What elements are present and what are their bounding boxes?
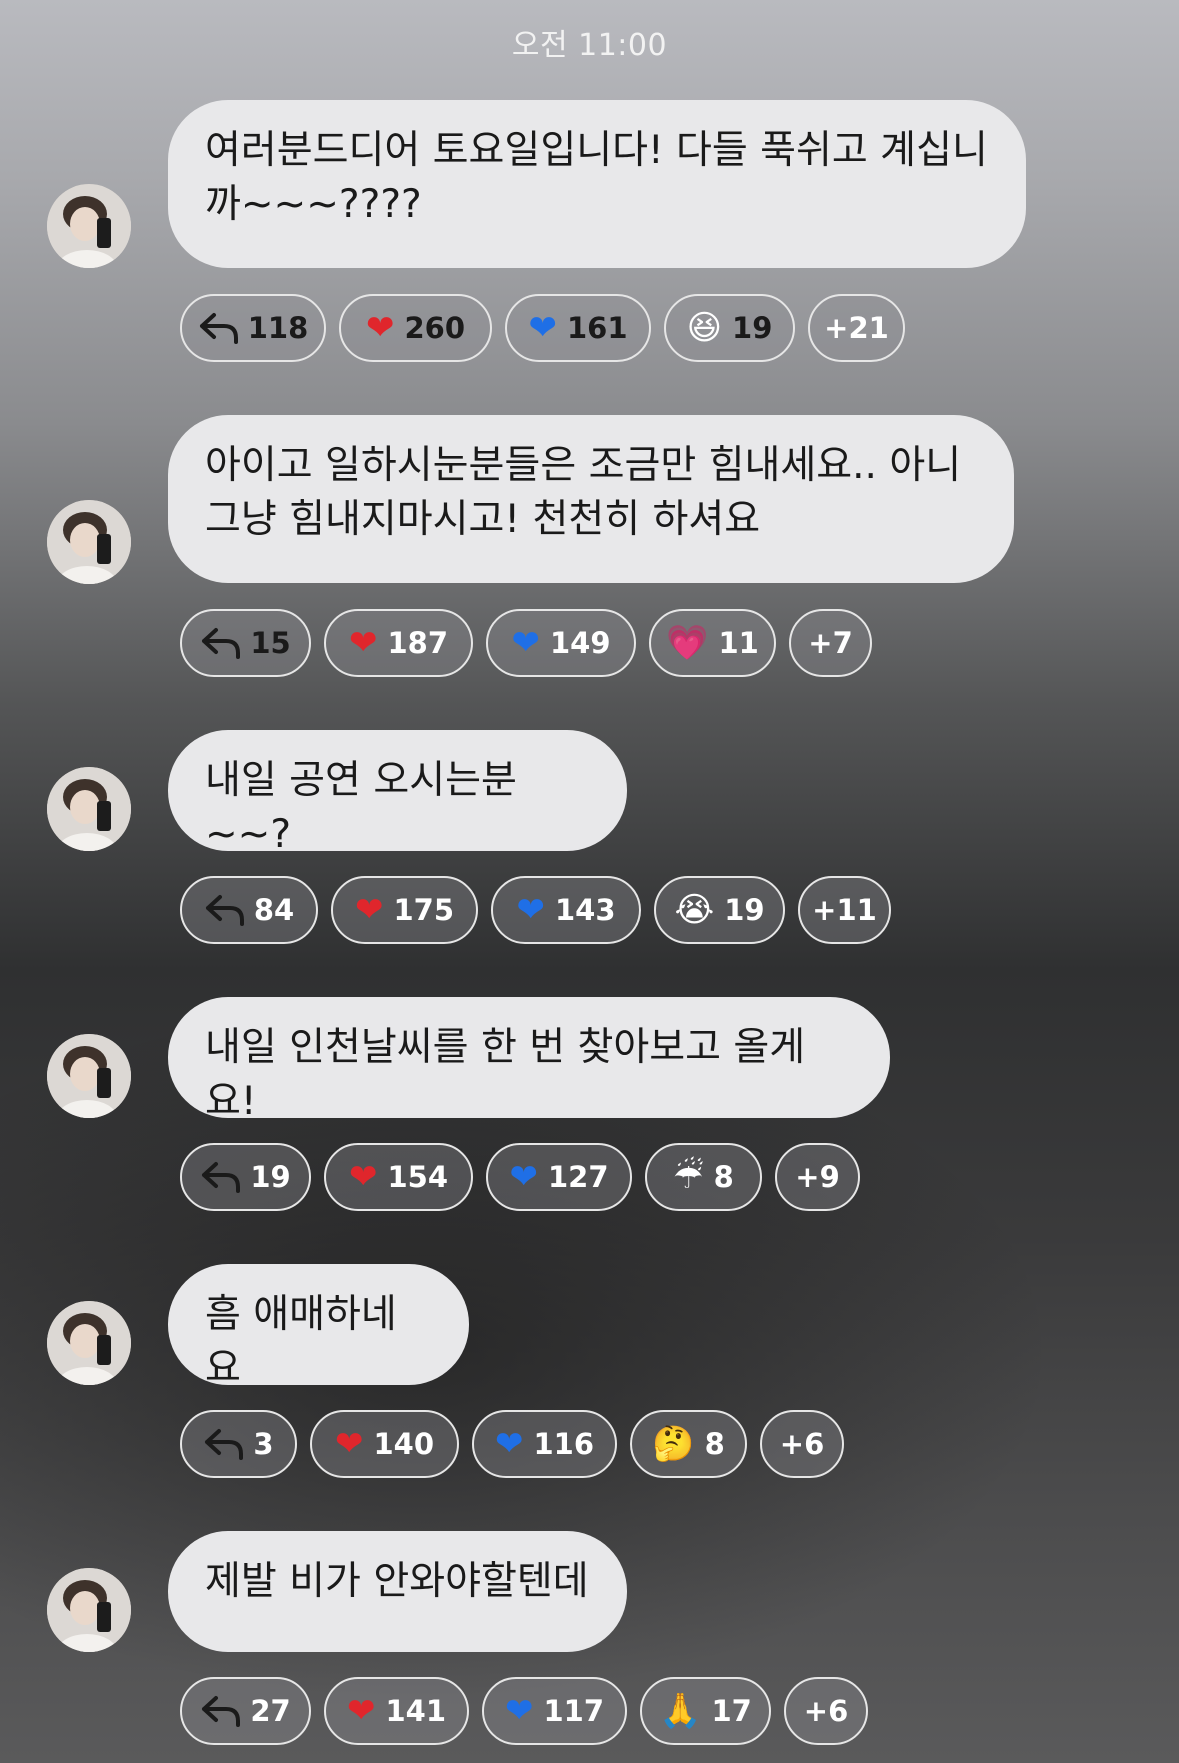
reaction-count: 11 — [718, 626, 759, 660]
blue-heart-icon: ❤ — [494, 1424, 524, 1464]
reaction-count: 260 — [404, 311, 466, 345]
red-heart-icon: ❤ — [348, 1157, 378, 1197]
reply-arrow-icon — [200, 1694, 242, 1728]
crying-face-icon: 😭 — [674, 890, 715, 930]
reaction-bar: 84 ❤ 175 ❤ 143 😭 19 +11 — [180, 876, 891, 944]
blue-heart-reaction[interactable]: ❤ 127 — [486, 1143, 632, 1211]
reaction-count: 19 — [732, 311, 773, 345]
reply-arrow-icon — [200, 1160, 242, 1194]
reply-count-button[interactable]: 27 — [180, 1677, 311, 1745]
reply-count: 15 — [250, 626, 291, 660]
reaction-count: 161 — [566, 311, 628, 345]
blue-heart-reaction[interactable]: ❤ 116 — [472, 1410, 617, 1478]
red-heart-icon: ❤ — [365, 308, 395, 348]
emoji-reaction[interactable]: ☔ 8 — [645, 1143, 762, 1211]
message-bubble[interactable]: 제발 비가 안와야할텐데 — [168, 1531, 627, 1652]
avatar[interactable] — [47, 1301, 131, 1385]
reaction-count: 127 — [547, 1160, 609, 1194]
reply-count-button[interactable]: 19 — [180, 1143, 311, 1211]
reaction-count: 154 — [387, 1160, 449, 1194]
thinking-face-icon: 🤔 — [652, 1424, 695, 1464]
emoji-reaction[interactable]: 💗 11 — [649, 609, 776, 677]
reply-arrow-icon — [200, 626, 242, 660]
red-heart-reaction[interactable]: ❤ 140 — [310, 1410, 459, 1478]
emoji-reaction[interactable]: 😭 19 — [654, 876, 785, 944]
red-heart-icon: ❤ — [354, 890, 384, 930]
red-heart-reaction[interactable]: ❤ 187 — [324, 609, 473, 677]
blue-heart-reaction[interactable]: ❤ 161 — [505, 294, 651, 362]
reaction-count: 19 — [724, 893, 765, 927]
red-heart-reaction[interactable]: ❤ 260 — [339, 294, 492, 362]
emoji-reaction[interactable]: 🤔 8 — [630, 1410, 747, 1478]
red-heart-icon: ❤ — [348, 623, 378, 663]
blue-heart-reaction[interactable]: ❤ 117 — [482, 1677, 627, 1745]
reply-count: 19 — [250, 1160, 291, 1194]
reaction-count: 17 — [711, 1694, 752, 1728]
reaction-count: 8 — [713, 1160, 734, 1194]
reply-arrow-icon — [198, 311, 240, 345]
blue-heart-reaction[interactable]: ❤ 143 — [491, 876, 641, 944]
more-reactions-button[interactable]: +6 — [760, 1410, 844, 1478]
avatar[interactable] — [47, 1034, 131, 1118]
red-heart-reaction[interactable]: ❤ 154 — [324, 1143, 473, 1211]
avatar[interactable] — [47, 1568, 131, 1652]
reaction-bar: 27 ❤ 141 ❤ 117 🙏 17 +6 — [180, 1677, 868, 1745]
message-bubble[interactable]: 여러분드디어 토요일입니다! 다들 푹쉬고 계십니 까~~~???? — [168, 100, 1026, 268]
reply-count-button[interactable]: 15 — [180, 609, 311, 677]
emoji-reaction[interactable]: 😆 19 — [664, 294, 795, 362]
reaction-count: 8 — [704, 1427, 725, 1461]
pink-heart-icon: 💗 — [666, 623, 709, 663]
reaction-count: 149 — [549, 626, 611, 660]
reaction-bar: 15 ❤ 187 ❤ 149 💗 11 +7 — [180, 609, 872, 677]
blue-heart-icon: ❤ — [504, 1691, 534, 1731]
reply-count: 3 — [253, 1427, 274, 1461]
red-heart-icon: ❤ — [346, 1691, 376, 1731]
more-reactions-button[interactable]: +21 — [808, 294, 905, 362]
blue-heart-icon: ❤ — [528, 308, 557, 348]
chat-timestamp: 오전 11:00 — [511, 28, 668, 63]
red-heart-reaction[interactable]: ❤ 175 — [331, 876, 478, 944]
message-bubble[interactable]: 아이고 일하시눈분들은 조금만 힘내세요.. 아니 그냥 힘내지마시고! 천천히… — [168, 415, 1014, 583]
reaction-count: 141 — [385, 1694, 447, 1728]
more-reactions-button[interactable]: +7 — [789, 609, 872, 677]
reaction-bar: 3 ❤ 140 ❤ 116 🤔 8 +6 — [180, 1410, 844, 1478]
reply-count: 84 — [253, 893, 295, 927]
reaction-count: 140 — [373, 1427, 435, 1461]
reply-arrow-icon — [203, 1427, 245, 1461]
message-bubble[interactable]: 흠 애매하네요 — [168, 1264, 469, 1391]
emoji-reaction[interactable]: 🙏 17 — [640, 1677, 771, 1745]
reply-count: 27 — [250, 1694, 291, 1728]
blue-heart-icon: ❤ — [516, 890, 545, 930]
reaction-bar: 118 ❤ 260 ❤ 161 😆 19 +21 — [180, 294, 905, 362]
reaction-count: 187 — [387, 626, 449, 660]
more-reactions-button[interactable]: +6 — [784, 1677, 868, 1745]
blue-heart-icon: ❤ — [511, 623, 540, 663]
reply-count-button[interactable]: 118 — [180, 294, 326, 362]
more-reactions-button[interactable]: +11 — [798, 876, 891, 944]
reply-count: 118 — [247, 311, 309, 345]
reaction-bar: 19 ❤ 154 ❤ 127 ☔ 8 +9 — [180, 1143, 860, 1211]
reaction-count: 117 — [543, 1694, 605, 1728]
reaction-count: 116 — [533, 1427, 595, 1461]
reply-count-button[interactable]: 84 — [180, 876, 318, 944]
avatar[interactable] — [47, 500, 131, 584]
reaction-count: 143 — [554, 893, 616, 927]
avatar[interactable] — [47, 767, 131, 851]
message-bubble[interactable]: 내일 인천날씨를 한 번 찾아보고 올게요! — [168, 997, 890, 1124]
folded-hands-icon: 🙏 — [659, 1691, 702, 1731]
red-heart-icon: ❤ — [334, 1424, 364, 1464]
more-reactions-button[interactable]: +9 — [775, 1143, 860, 1211]
reply-arrow-icon — [204, 893, 246, 927]
red-heart-reaction[interactable]: ❤ 141 — [324, 1677, 469, 1745]
message-bubble[interactable]: 내일 공연 오시는분~~? — [168, 730, 627, 857]
reply-count-button[interactable]: 3 — [180, 1410, 297, 1478]
reaction-count: 175 — [393, 893, 455, 927]
avatar[interactable] — [47, 184, 131, 268]
umbrella-rain-icon: ☔ — [673, 1157, 704, 1197]
laughing-face-icon: 😆 — [686, 308, 723, 348]
blue-heart-reaction[interactable]: ❤ 149 — [486, 609, 636, 677]
blue-heart-icon: ❤ — [509, 1157, 538, 1197]
